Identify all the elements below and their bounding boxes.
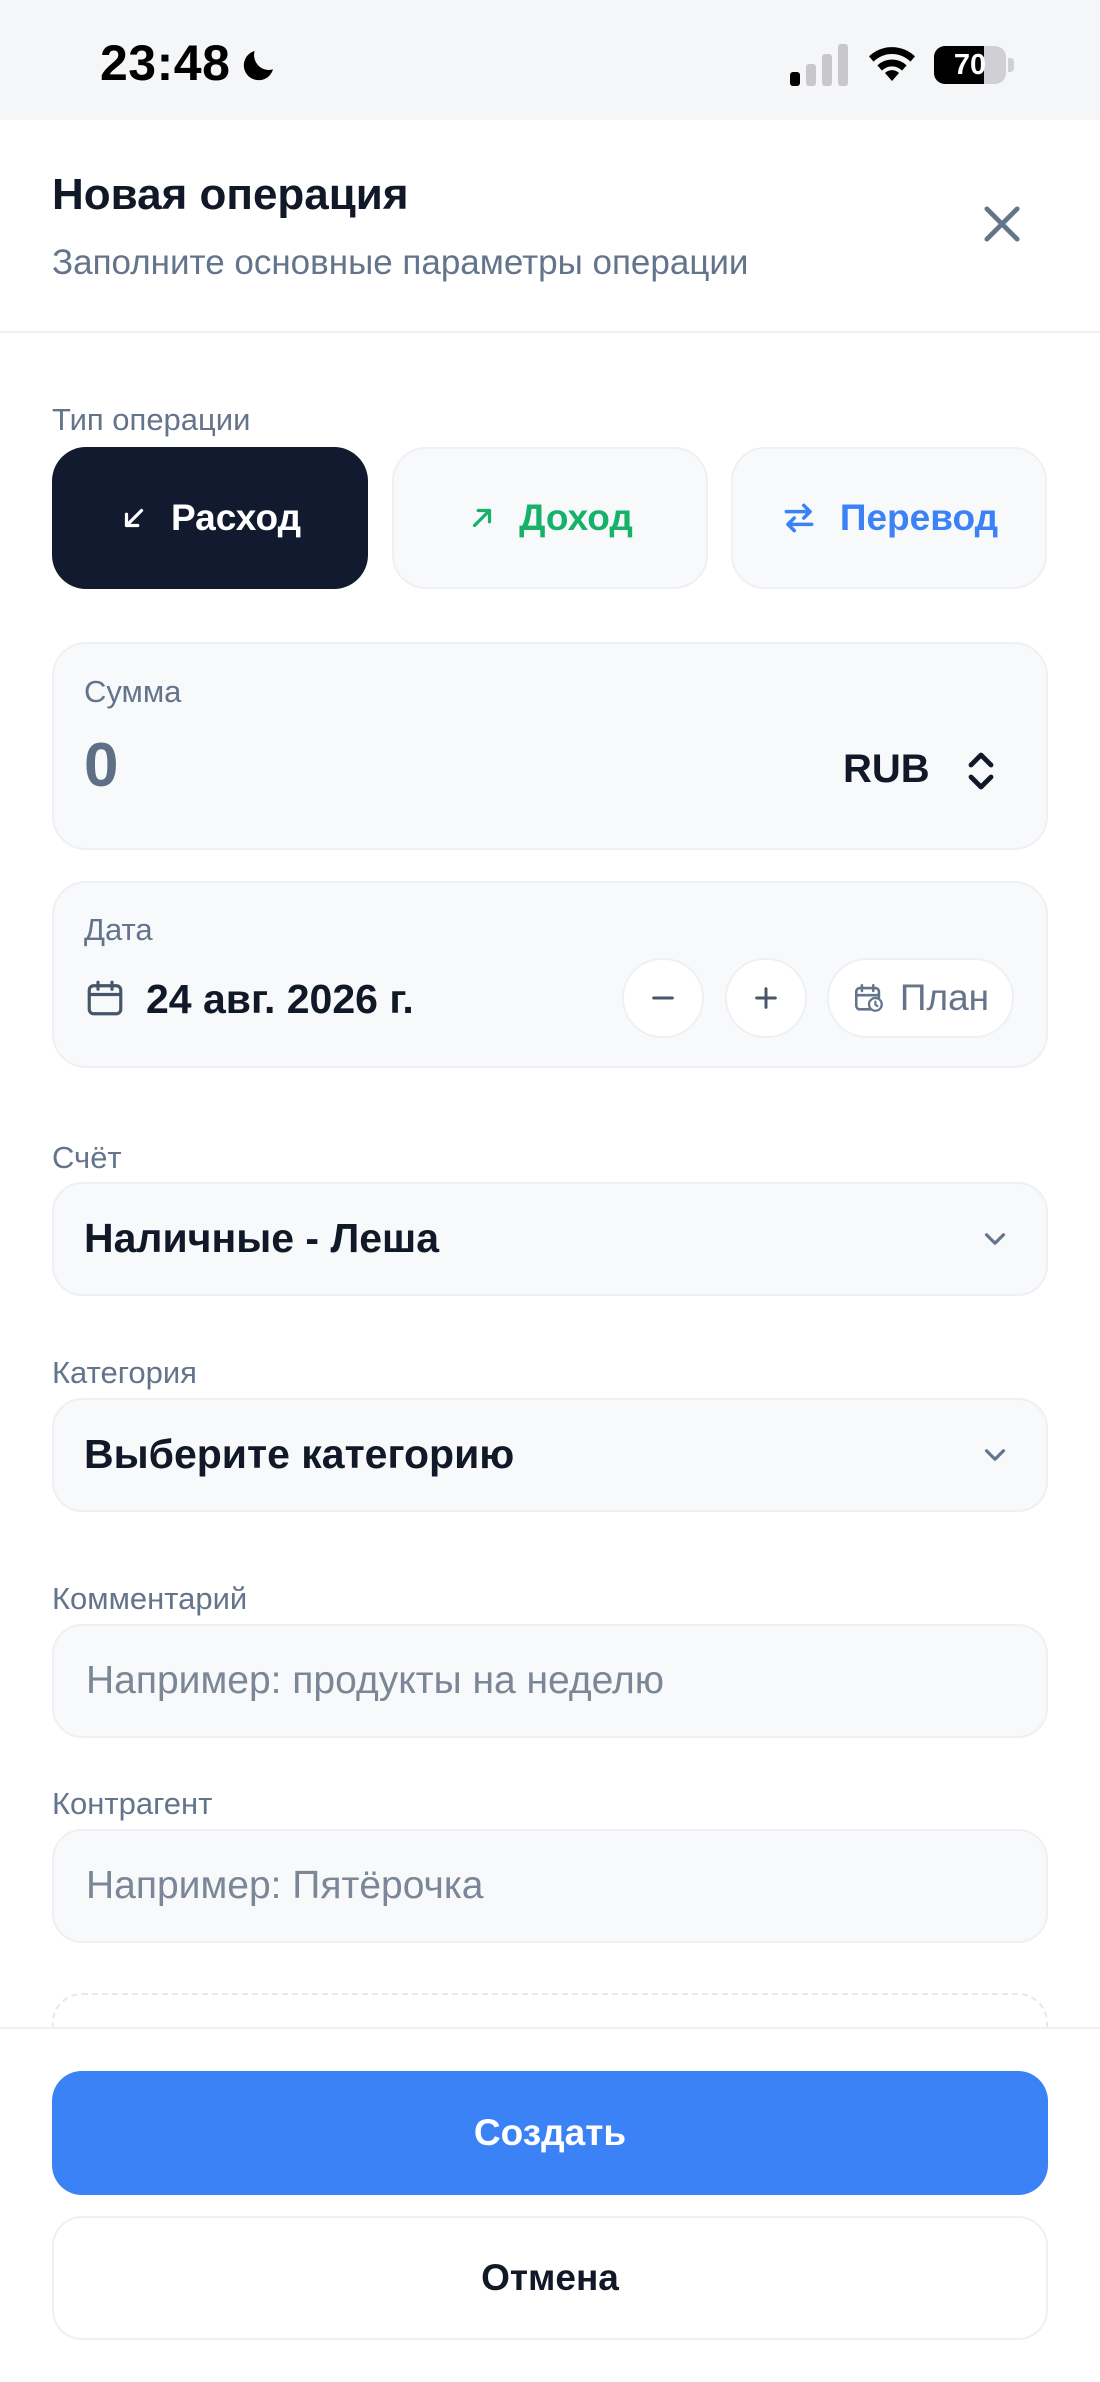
- account-label: Счёт: [52, 1140, 122, 1175]
- cellular-signal-icon: [790, 44, 848, 86]
- income-type-button[interactable]: Доход: [392, 447, 708, 589]
- header-divider: [0, 331, 1100, 333]
- create-button[interactable]: Создать: [52, 2071, 1048, 2195]
- amount-card: [52, 642, 1048, 850]
- transfer-type-button[interactable]: Перевод: [731, 447, 1047, 589]
- date-value[interactable]: 24 авг. 2026 г.: [146, 976, 414, 1023]
- account-value[interactable]: Наличные - Леша: [84, 1215, 439, 1262]
- status-time: 23:48: [100, 35, 231, 91]
- transfer-type-label: Перевод: [839, 497, 999, 538]
- moon-icon: [243, 51, 273, 81]
- expense-type-button[interactable]: Расход: [52, 447, 368, 589]
- battery-icon: 70: [934, 46, 1016, 84]
- amount-label: Сумма: [84, 674, 182, 709]
- plan-button-label: План: [899, 977, 990, 1018]
- cancel-button[interactable]: Отмена: [52, 2216, 1048, 2340]
- arrow-down-left-icon: [124, 508, 144, 528]
- chevron-down-icon[interactable]: [978, 1438, 1012, 1472]
- transfer-arrows-icon: [784, 503, 814, 533]
- operation-type-label: Тип операции: [52, 402, 251, 437]
- date-decrement-button[interactable]: [622, 958, 704, 1038]
- income-type-label: Доход: [519, 497, 633, 538]
- plan-button[interactable]: План: [827, 958, 1014, 1038]
- page-subtitle: Заполните основные параметры операции: [52, 243, 749, 282]
- date-increment-button[interactable]: [725, 958, 807, 1038]
- amount-input[interactable]: 0: [84, 730, 118, 801]
- category-value[interactable]: Выберите категорию: [84, 1431, 514, 1478]
- counterparty-label: Контрагент: [52, 1786, 213, 1821]
- arrow-up-right-icon: [473, 508, 492, 528]
- currency-selector[interactable]: RUB: [843, 747, 930, 792]
- calendar-icon: [87, 980, 123, 1016]
- category-label: Категория: [52, 1355, 197, 1390]
- chevron-down-icon[interactable]: [978, 1222, 1012, 1256]
- plus-icon: [755, 987, 777, 1009]
- counterparty-input[interactable]: [52, 1829, 1048, 1943]
- date-label: Дата: [84, 912, 153, 947]
- page-title: Новая операция: [52, 170, 409, 219]
- battery-percent: 70: [953, 49, 987, 81]
- close-icon[interactable]: [976, 198, 1028, 250]
- comment-input[interactable]: [52, 1624, 1048, 1738]
- minus-icon: [652, 996, 674, 1000]
- calendar-clock-icon: [854, 983, 883, 1012]
- comment-label: Комментарий: [52, 1581, 248, 1616]
- wifi-icon: [869, 47, 915, 81]
- chevron-up-down-icon[interactable]: [963, 749, 999, 793]
- expense-type-label: Расход: [170, 497, 302, 538]
